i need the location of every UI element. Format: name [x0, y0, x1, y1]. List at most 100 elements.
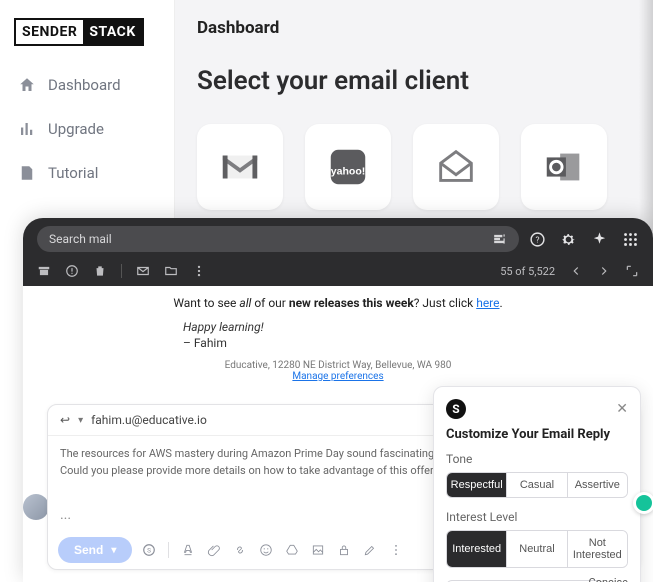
- format-icon[interactable]: [181, 543, 195, 557]
- next-icon[interactable]: [597, 264, 611, 278]
- senderstack-icon[interactable]: S: [142, 543, 156, 557]
- panel-logo-icon: S: [446, 399, 466, 419]
- promo-text: .: [500, 296, 503, 310]
- client-generic-mail[interactable]: [413, 124, 499, 210]
- svg-text:yahoo!: yahoo!: [331, 166, 366, 178]
- sidebar-nav: Dashboard Upgrade Tutorial: [14, 70, 160, 188]
- mail-window: Search mail ? 55 of 5,522: [23, 218, 653, 582]
- spam-icon[interactable]: [65, 264, 79, 278]
- promo-em: all: [239, 296, 251, 310]
- promo-text: ? Just click: [414, 296, 476, 310]
- search-placeholder: Search mail: [49, 232, 112, 246]
- compose-icons: S: [142, 542, 403, 558]
- tone-casual[interactable]: Casual: [507, 473, 567, 497]
- sidebar-item-tutorial[interactable]: Tutorial: [14, 158, 160, 188]
- logo-right: STACK: [83, 20, 141, 44]
- client-yahoo[interactable]: yahoo!: [305, 124, 391, 210]
- top-icons: ?: [529, 231, 639, 248]
- home-icon: [18, 76, 36, 94]
- promo-text: Want to see: [173, 296, 239, 310]
- send-label: Send: [74, 543, 103, 557]
- mail-icon: [433, 144, 479, 190]
- moveto-icon[interactable]: [164, 264, 178, 278]
- outlook-icon: [541, 144, 587, 190]
- search-input[interactable]: Search mail: [37, 226, 519, 252]
- to-address: fahim.u@educative.io: [91, 413, 207, 427]
- gmail-icon: [217, 144, 263, 190]
- manage-prefs-link[interactable]: Manage preferences: [292, 371, 383, 382]
- toolbar-divider: [121, 264, 122, 278]
- promo-bold: new releases this week: [289, 296, 414, 310]
- interest-label: Interest Level: [446, 510, 628, 524]
- brand-logo: SENDER STACK: [14, 18, 144, 46]
- logo-left: SENDER: [16, 20, 83, 44]
- tone-respectful[interactable]: Respectful: [447, 473, 507, 497]
- doc-icon: [18, 164, 36, 182]
- svg-text:S: S: [147, 546, 151, 554]
- toolbar-right: 55 of 5,522: [500, 264, 639, 278]
- tone-assertive[interactable]: Assertive: [568, 473, 627, 497]
- gear-icon[interactable]: [560, 231, 577, 248]
- svg-text:?: ?: [535, 235, 539, 245]
- sidebar-item-dashboard[interactable]: Dashboard: [14, 70, 160, 100]
- sidebar-item-label: Upgrade: [48, 120, 104, 138]
- chart-icon: [18, 120, 36, 138]
- avatar: [23, 494, 49, 520]
- tone-segment: Respectful Casual Assertive: [446, 472, 628, 498]
- promo-text: of our: [251, 296, 288, 310]
- reply-mode-chevron-icon[interactable]: ▾: [78, 415, 83, 426]
- sidebar-item-label: Tutorial: [48, 164, 98, 182]
- footer-address: Educative, 12280 NE District Way, Bellev…: [23, 360, 653, 371]
- send-dropdown-icon[interactable]: ▾: [111, 545, 116, 556]
- client-outlook[interactable]: [521, 124, 607, 210]
- tune-icon[interactable]: [493, 232, 507, 246]
- mail-topbar: Search mail ? 55 of 5,522: [23, 218, 653, 286]
- signoff: – Fahim: [23, 334, 653, 360]
- tone-label: Tone: [446, 452, 628, 466]
- toolbar-row: 55 of 5,522: [23, 260, 653, 286]
- sidebar-item-label: Dashboard: [48, 76, 121, 94]
- apps-icon[interactable]: [622, 231, 639, 248]
- image-icon[interactable]: [311, 543, 325, 557]
- greeting: Happy learning!: [23, 312, 653, 334]
- trash-icon[interactable]: [93, 264, 107, 278]
- customize-panel: S ✕ Customize Your Email Reply Tone Resp…: [433, 386, 641, 582]
- sparkle-icon[interactable]: [591, 231, 608, 248]
- promo-link[interactable]: here: [476, 296, 499, 310]
- prev-icon[interactable]: [569, 264, 583, 278]
- close-icon[interactable]: ✕: [616, 401, 628, 417]
- search-row: Search mail ?: [23, 218, 653, 260]
- attach-icon[interactable]: [207, 543, 221, 557]
- link-icon[interactable]: [233, 543, 247, 557]
- grammarly-icon[interactable]: [633, 492, 653, 514]
- panel-header: S ✕: [446, 399, 628, 419]
- help-icon[interactable]: ?: [529, 231, 546, 248]
- reply-icon[interactable]: ↩: [60, 413, 70, 427]
- client-gmail[interactable]: [197, 124, 283, 210]
- interest-neutral[interactable]: Neutral: [507, 531, 567, 567]
- message-count: 55 of 5,522: [500, 265, 555, 278]
- concise-label: Concise: [589, 576, 628, 582]
- pen-icon[interactable]: [363, 543, 377, 557]
- archive-icon[interactable]: [37, 264, 51, 278]
- more-icon[interactable]: [192, 264, 206, 278]
- sidebar-item-upgrade[interactable]: Upgrade: [14, 114, 160, 144]
- promo-line: Want to see all of our new releases this…: [23, 286, 653, 312]
- interest-interested[interactable]: Interested: [447, 531, 507, 567]
- separator: [168, 542, 169, 558]
- send-button[interactable]: Send ▾: [58, 537, 132, 563]
- client-grid: yahoo!: [197, 124, 621, 210]
- page-title: Dashboard: [197, 18, 621, 38]
- more-compose-icon[interactable]: [389, 543, 403, 557]
- panel-title: Customize Your Email Reply: [446, 427, 628, 442]
- toolbar-left: [37, 264, 206, 278]
- markunread-icon[interactable]: [136, 264, 150, 278]
- interest-segment: Interested Neutral Not Interested: [446, 530, 628, 568]
- emoji-icon[interactable]: [259, 543, 273, 557]
- expand-icon[interactable]: [625, 264, 639, 278]
- mail-body: Want to see all of our new releases this…: [23, 286, 653, 574]
- lock-icon[interactable]: [337, 543, 351, 557]
- interest-not[interactable]: Not Interested: [568, 531, 627, 567]
- yahoo-icon: yahoo!: [325, 144, 371, 190]
- drive-icon[interactable]: [285, 543, 299, 557]
